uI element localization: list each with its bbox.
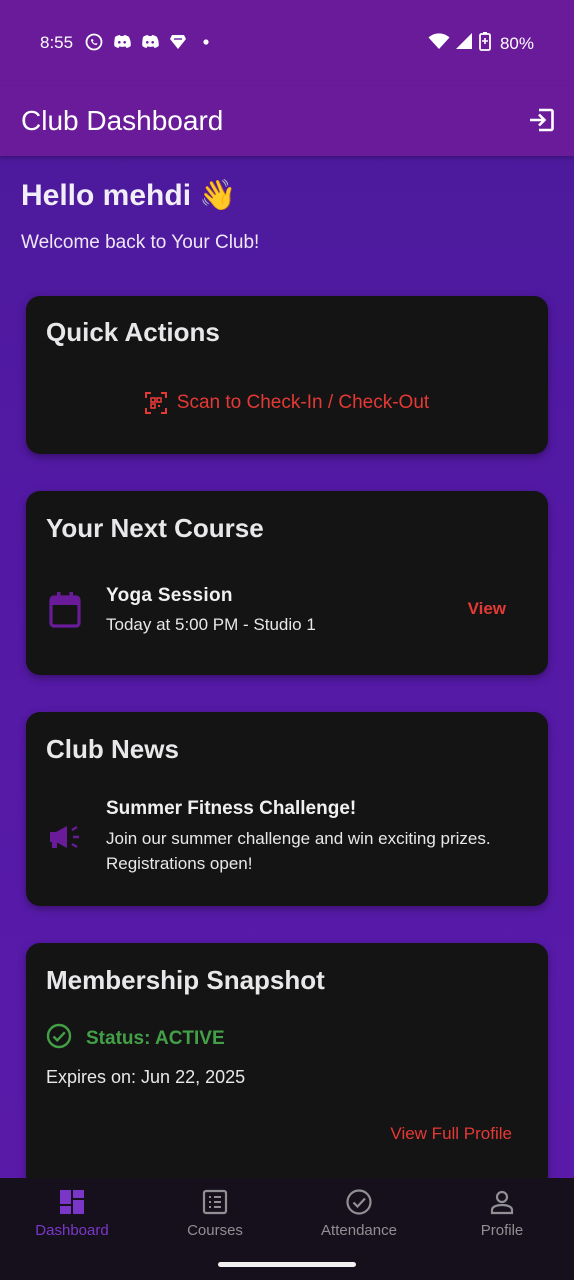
greeting-title: Hello mehdi 👋 — [21, 179, 237, 212]
notification-icons — [84, 32, 216, 52]
system-icons: 80% — [428, 31, 534, 56]
membership-card: Membership Snapshot Status: ACTIVE Expir… — [26, 943, 548, 1189]
quick-actions-card: Quick Actions Scan to Check-In / Check-O… — [26, 296, 548, 454]
news-body: Join our summer challenge and win exciti… — [106, 829, 491, 873]
battery-saver-icon — [478, 31, 494, 56]
person-icon — [490, 1190, 514, 1215]
signal-icon — [455, 33, 472, 54]
dashboard-icon — [60, 1190, 84, 1214]
quick-actions-title: Quick Actions — [46, 317, 220, 347]
nav-attendance[interactable]: Attendance — [287, 1188, 431, 1239]
discord-icon — [140, 32, 160, 52]
list-icon — [202, 1189, 228, 1215]
app-notification-icon — [168, 32, 188, 52]
app-title: Club Dashboard — [21, 105, 224, 136]
check-circle-icon — [46, 1023, 72, 1054]
club-news-card: Club News Summer Fitness Challenge! Join… — [26, 712, 548, 906]
nav-courses-label: Courses — [187, 1222, 243, 1239]
course-time: Today at 5:00 PM - Studio 1 — [106, 615, 316, 634]
qr-scan-icon — [144, 392, 167, 414]
battery-level: 80% — [499, 33, 534, 53]
logout-icon — [530, 108, 554, 132]
check-circle-icon — [346, 1189, 372, 1215]
membership-status-row: Status: ACTIVE — [46, 1023, 225, 1054]
wifi-icon — [428, 32, 450, 55]
membership-status: Status: ACTIVE — [86, 1027, 225, 1049]
app-bar: Club Dashboard — [0, 86, 574, 156]
view-course-button[interactable]: View — [468, 599, 506, 619]
next-course-card: Your Next Course Yoga Session Today at 5… — [26, 491, 548, 675]
next-course-title: Your Next Course — [46, 513, 264, 543]
scan-checkin-label: Scan to Check-In / Check-Out — [176, 392, 430, 413]
nav-dashboard-label: Dashboard — [35, 1222, 109, 1239]
nav-profile[interactable]: Profile — [430, 1188, 574, 1239]
more-notifications-dot-icon — [196, 32, 216, 52]
greeting-subtitle: Welcome back to Your Club! — [21, 232, 260, 253]
home-indicator[interactable] — [218, 1262, 356, 1267]
news-headline: Summer Fitness Challenge! — [106, 798, 357, 819]
nav-attendance-label: Attendance — [321, 1222, 397, 1239]
membership-expiry: Expires on: Jun 22, 2025 — [46, 1067, 246, 1087]
scan-checkin-button[interactable]: Scan to Check-In / Check-Out — [56, 378, 518, 428]
membership-title: Membership Snapshot — [46, 965, 325, 995]
status-bar: 8:55 80% — [0, 0, 574, 86]
club-news-title: Club News — [46, 734, 179, 764]
nav-courses[interactable]: Courses — [143, 1188, 287, 1239]
logout-button[interactable] — [528, 106, 556, 134]
view-full-profile-button[interactable]: View Full Profile — [390, 1124, 512, 1144]
megaphone-icon — [48, 824, 82, 850]
nav-dashboard[interactable]: Dashboard — [0, 1188, 144, 1239]
status-time: 8:55 — [40, 33, 74, 52]
course-name: Yoga Session — [106, 585, 233, 606]
discord-icon — [112, 32, 132, 52]
calendar-icon — [48, 591, 82, 629]
nav-profile-label: Profile — [480, 1222, 524, 1239]
whatsapp-icon — [84, 32, 104, 52]
